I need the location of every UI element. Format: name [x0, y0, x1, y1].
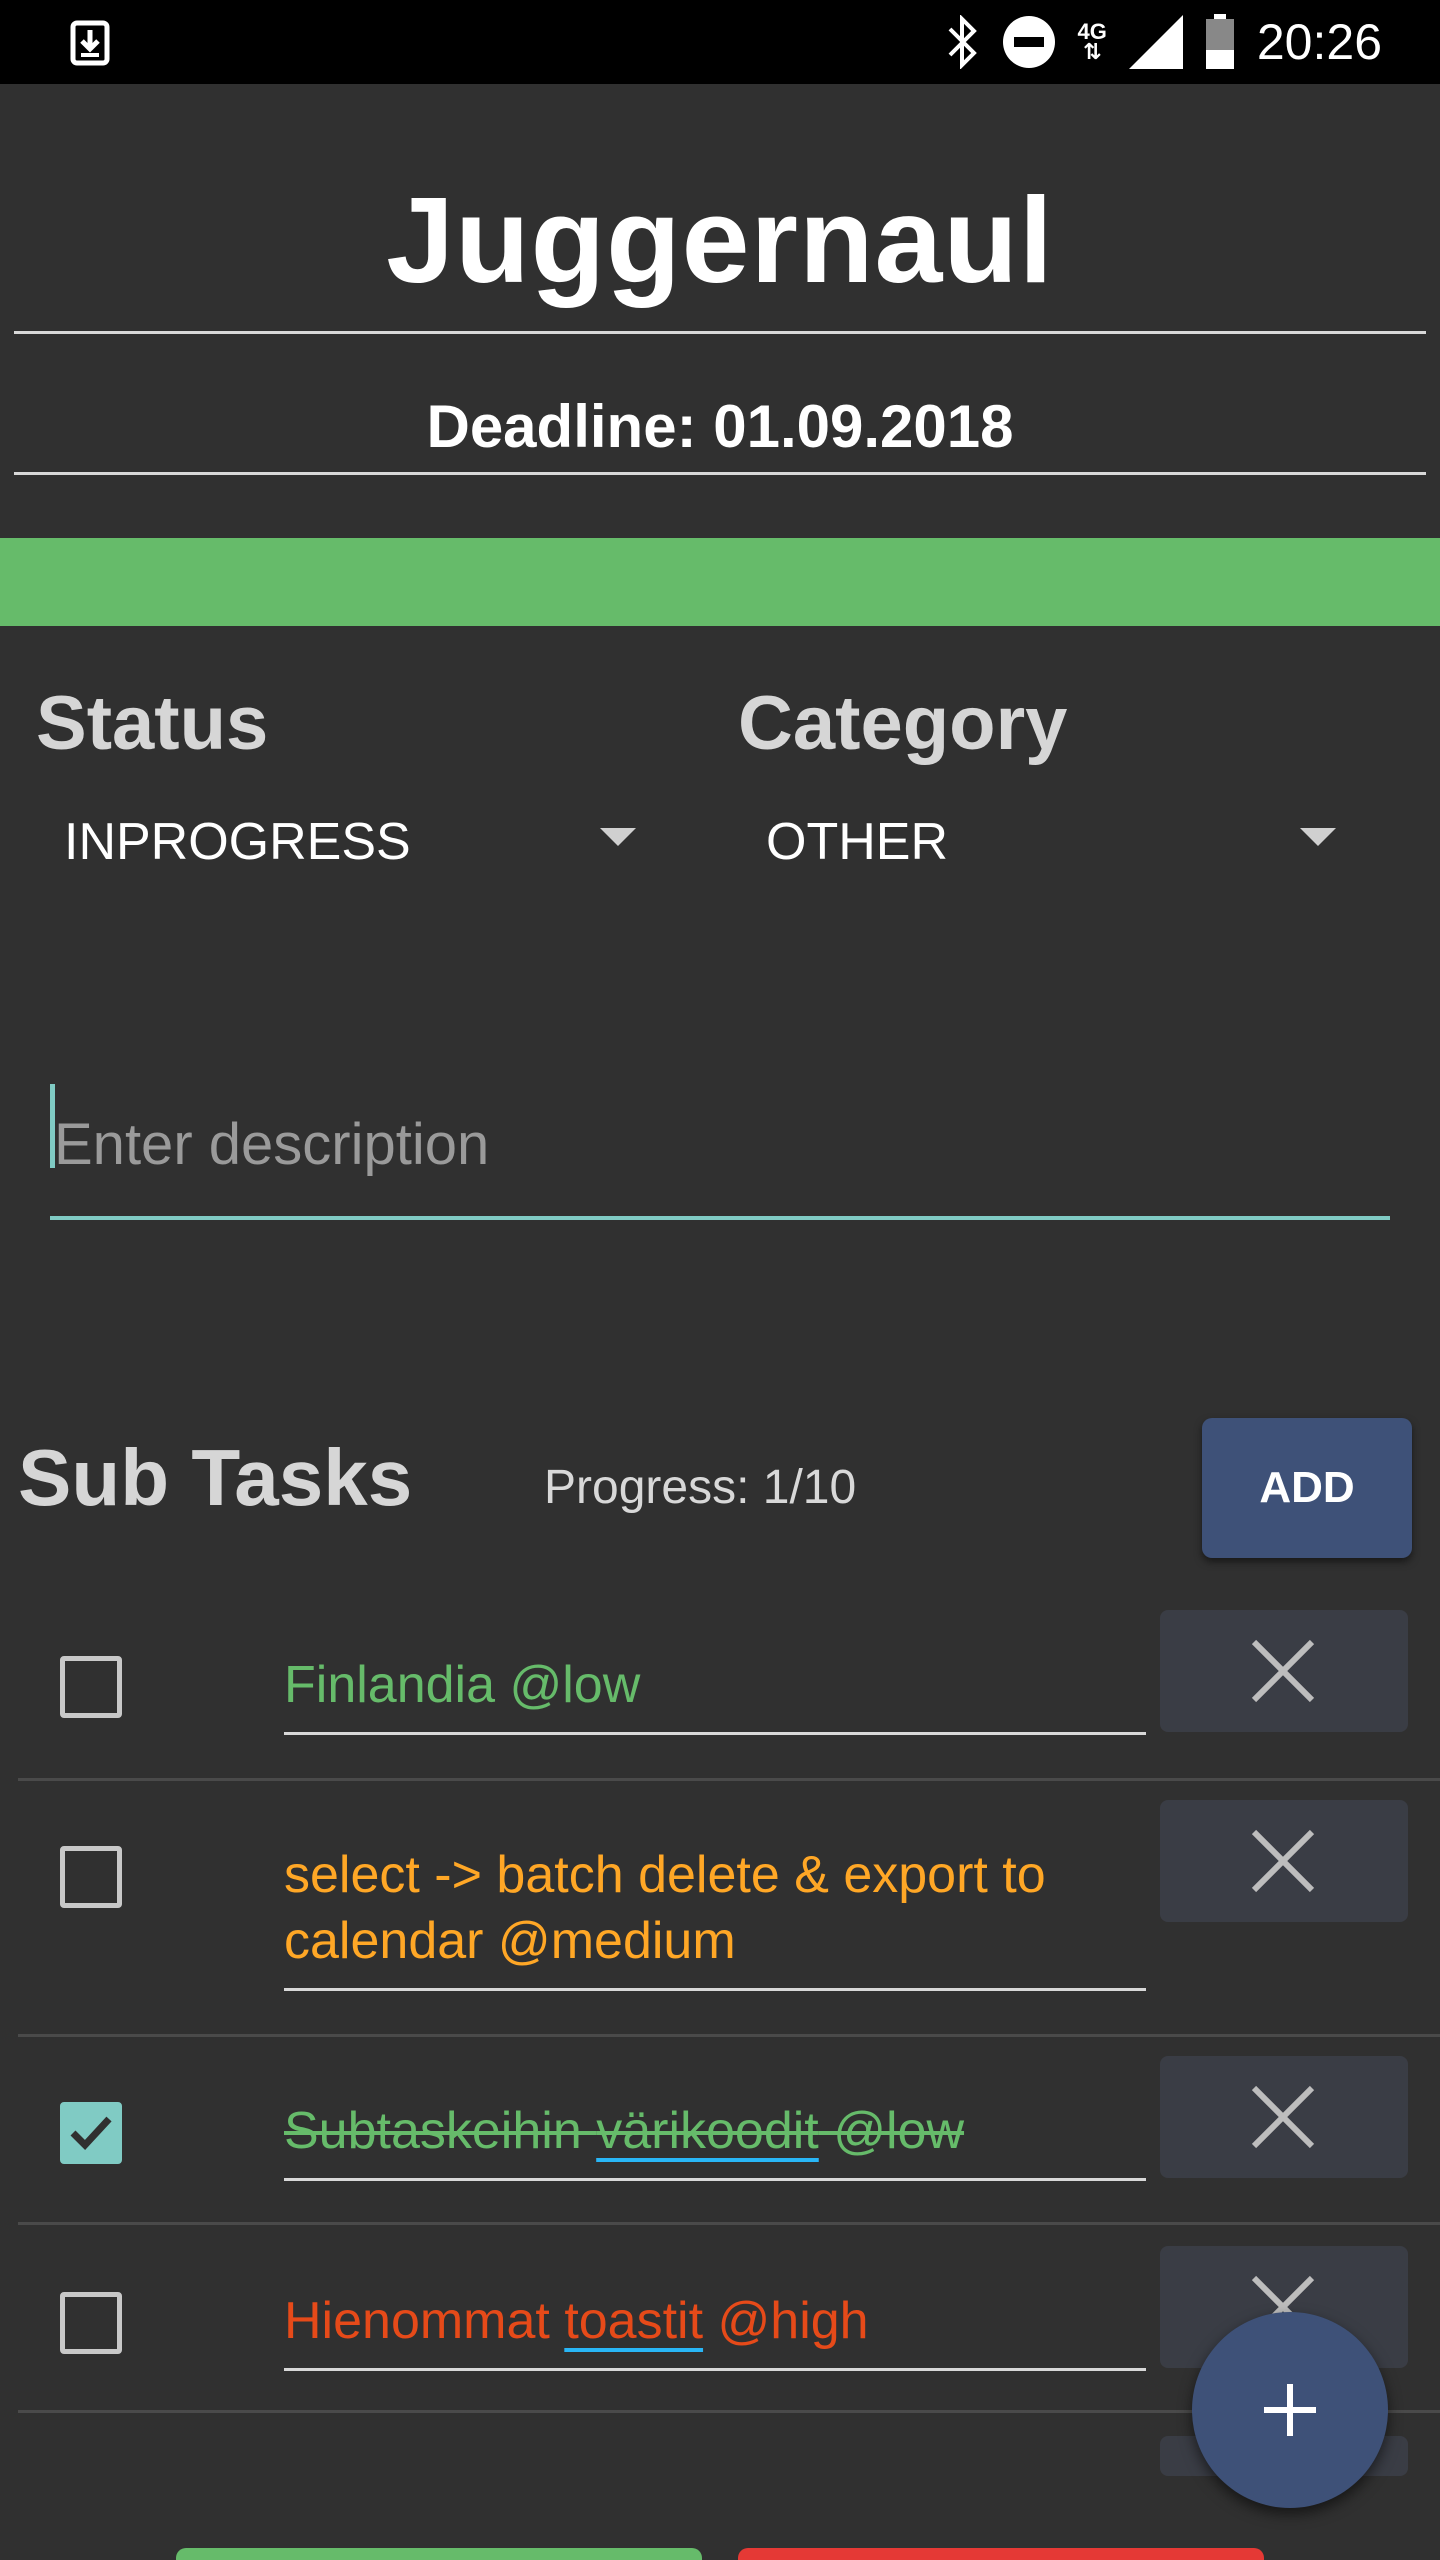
close-icon — [1251, 2085, 1315, 2149]
spellcheck-word: värikoodit — [596, 2102, 819, 2160]
subtasks-progress: Progress: 1/10 — [544, 1461, 857, 1514]
clock: 20:26 — [1256, 14, 1382, 70]
chevron-down-icon[interactable] — [600, 828, 636, 846]
save-button[interactable] — [176, 2548, 702, 2560]
spellcheck-word: toastit — [564, 2292, 704, 2350]
bluetooth-icon — [948, 15, 977, 69]
subtask-checkbox[interactable] — [60, 1846, 122, 1908]
download-icon — [70, 20, 110, 66]
project-progress-bar — [0, 538, 1440, 626]
category-label: Category — [738, 681, 1068, 766]
row-divider — [18, 2034, 1440, 2037]
status-label: Status — [36, 681, 269, 766]
add-subtask-button[interactable]: ADD — [1202, 1418, 1412, 1558]
project-title: Juggernaul — [386, 172, 1054, 308]
subtask-text[interactable]: select -> batch delete & export to calen… — [284, 1842, 1146, 1991]
text-cursor — [50, 1084, 55, 1168]
delete-button[interactable] — [738, 2548, 1264, 2560]
do-not-disturb-icon — [1002, 16, 1055, 68]
chevron-down-icon[interactable] — [1300, 828, 1336, 846]
battery-icon — [1205, 14, 1234, 69]
row-divider — [18, 1778, 1440, 1781]
title-divider — [14, 331, 1426, 334]
close-icon — [1251, 1829, 1315, 1893]
delete-subtask-button[interactable] — [1160, 2056, 1408, 2178]
add-fab-button[interactable] — [1192, 2312, 1388, 2508]
status-select-value[interactable]: INPROGRESS — [64, 812, 411, 872]
subtask-text[interactable]: Finlandia @low — [284, 1652, 1146, 1735]
subtasks-title: Sub Tasks — [18, 1433, 413, 1522]
status-bar: 4G ⇅ 20:26 — [0, 0, 1440, 84]
subtask-checkbox[interactable] — [60, 1656, 122, 1718]
subtask-text[interactable]: Subtaskeihin värikoodit @low — [284, 2098, 1146, 2181]
status-icons: 4G ⇅ 20:26 — [946, 10, 1382, 74]
row-divider — [18, 2222, 1440, 2225]
network-indicator: 4G ⇅ — [1077, 19, 1107, 64]
subtask-text[interactable]: Hienommat toastit @high — [284, 2288, 1146, 2371]
delete-subtask-button[interactable] — [1160, 1800, 1408, 1922]
description-input[interactable] — [50, 1072, 1390, 1220]
deadline-divider — [14, 472, 1426, 475]
close-icon — [1251, 1639, 1315, 1703]
check-icon — [70, 2116, 112, 2151]
subtask-checkbox[interactable] — [60, 2292, 122, 2354]
category-select-value[interactable]: OTHER — [766, 812, 948, 872]
subtask-checkbox[interactable] — [60, 2102, 122, 2164]
deadline-label[interactable]: Deadline: 01.09.2018 — [0, 392, 1440, 461]
delete-subtask-button[interactable] — [1160, 1610, 1408, 1732]
plus-icon — [1264, 2384, 1316, 2436]
signal-icon — [1128, 15, 1183, 69]
